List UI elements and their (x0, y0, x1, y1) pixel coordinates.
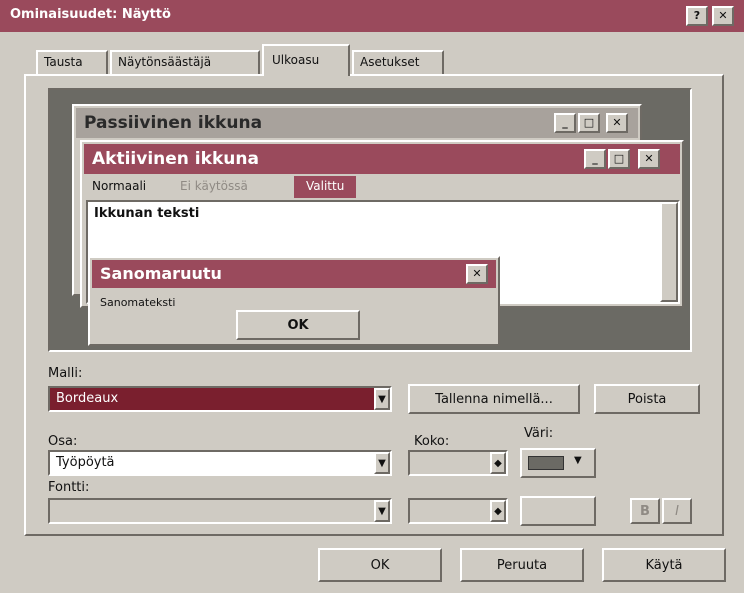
size-spin-button[interactable]: ◆ (490, 452, 506, 474)
font-color-button[interactable] (520, 496, 596, 526)
inactive-close-button: ✕ (606, 113, 628, 133)
tab-asetukset[interactable]: Asetukset (352, 50, 444, 74)
item-value: Työpöytä (56, 455, 115, 470)
item-dropdown[interactable]: Työpöytä ▼ (48, 450, 392, 476)
active-window-title: Aktiivinen ikkuna (92, 149, 259, 169)
appearance-preview[interactable]: Passiivinen ikkuna _ □ ✕ Aktiivinen ikku… (48, 88, 692, 352)
item-color-button[interactable]: ▼ (520, 448, 596, 478)
active-minimize-button: _ (584, 149, 606, 169)
cancel-button[interactable]: Peruuta (460, 548, 584, 582)
color-swatch (528, 456, 564, 470)
font-dropdown[interactable]: ▼ (48, 498, 392, 524)
ok-button[interactable]: OK (318, 548, 442, 582)
minimize-icon: _ (592, 152, 598, 165)
msgbox-ok-button: OK (236, 310, 360, 340)
scheme-label: Malli: (48, 366, 83, 381)
minimize-icon: _ (562, 116, 568, 129)
menu-disabled: Ei käytössä (180, 179, 248, 193)
tab-label: Näytönsäästäjä (118, 55, 212, 69)
window-text: Ikkunan teksti (94, 206, 200, 221)
close-icon: ✕ (472, 267, 482, 280)
maximize-icon: □ (613, 152, 625, 165)
scheme-value: Bordeaux (56, 391, 119, 406)
size-label: Koko: (414, 434, 450, 449)
maximize-icon: □ (583, 116, 595, 129)
close-icon: ✕ (612, 116, 622, 129)
help-button[interactable]: ? (686, 6, 708, 26)
font-size-spinner[interactable]: ◆ (408, 498, 508, 524)
msgbox-title: Sanomaruutu (100, 264, 222, 283)
apply-label: Käytä (645, 557, 683, 573)
ok-label: OK (370, 557, 390, 573)
delete-button[interactable]: Poista (594, 384, 700, 414)
tab-label: Ulkoasu (272, 53, 320, 67)
msgbox-titlebar: Sanomaruutu ✕ (92, 260, 496, 288)
chevron-down-icon: ▼ (378, 393, 386, 405)
menu-selected: Valittu (294, 176, 357, 198)
scheme-dropdown[interactable]: Bordeaux ▼ (48, 386, 392, 412)
tab-naytonsaastaja[interactable]: Näytönsäästäjä (110, 50, 260, 74)
close-icon: ✕ (718, 9, 728, 22)
msgbox-close-button: ✕ (466, 264, 488, 284)
tab-tausta[interactable]: Tausta (36, 50, 108, 74)
tab-ulkoasu[interactable]: Ulkoasu (262, 44, 350, 76)
preview-menubar: Normaali Ei käytössä Valittu (84, 176, 680, 198)
chevron-down-icon: ▼ (378, 457, 386, 469)
delete-label: Poista (627, 391, 667, 407)
preview-scrollbar (660, 202, 678, 302)
cancel-label: Peruuta (496, 557, 548, 573)
italic-button[interactable]: I (662, 498, 692, 524)
inactive-window-title: Passiivinen ikkuna (84, 113, 263, 133)
close-icon: ✕ (644, 152, 654, 165)
active-maximize-button: □ (608, 149, 630, 169)
help-icon: ? (693, 9, 701, 22)
bold-icon: B (640, 503, 650, 519)
msgbox-text: Sanomateksti (100, 296, 176, 309)
menu-normal: Normaali (92, 179, 147, 193)
inactive-minimize-button: _ (554, 113, 576, 133)
window-titlebar: Ominaisuudet: Näyttö ? ✕ (0, 0, 744, 32)
font-size-spin-button[interactable]: ◆ (490, 500, 506, 522)
font-dropdown-button[interactable]: ▼ (374, 500, 390, 522)
scheme-dropdown-button[interactable]: ▼ (374, 388, 390, 410)
italic-icon: I (675, 503, 679, 519)
apply-button[interactable]: Käytä (602, 548, 726, 582)
item-label: Osa: (48, 434, 78, 449)
preview-active-titlebar: Aktiivinen ikkuna _ □ ✕ (84, 144, 680, 174)
color-label: Väri: (524, 426, 554, 441)
inactive-maximize-button: □ (578, 113, 600, 133)
item-size-spinner[interactable]: ◆ (408, 450, 508, 476)
bold-button[interactable]: B (630, 498, 660, 524)
chevron-down-icon: ▼ (574, 455, 582, 466)
save-as-button[interactable]: Tallenna nimellä... (408, 384, 580, 414)
font-label: Fontti: (48, 480, 90, 495)
active-close-button: ✕ (638, 149, 660, 169)
preview-message-box: Sanomaruutu ✕ Sanomateksti OK (88, 256, 500, 346)
preview-inactive-titlebar: Passiivinen ikkuna _ □ ✕ (76, 108, 638, 138)
spin-icon: ◆ (494, 505, 502, 517)
window-title: Ominaisuudet: Näyttö (10, 7, 171, 22)
tab-label: Asetukset (360, 55, 420, 69)
ok-label: OK (287, 317, 309, 333)
spin-icon: ◆ (494, 457, 502, 469)
save-as-label: Tallenna nimellä... (435, 391, 553, 407)
chevron-down-icon: ▼ (378, 505, 386, 517)
item-dropdown-button[interactable]: ▼ (374, 452, 390, 474)
tab-label: Tausta (44, 55, 83, 69)
close-button[interactable]: ✕ (712, 6, 734, 26)
